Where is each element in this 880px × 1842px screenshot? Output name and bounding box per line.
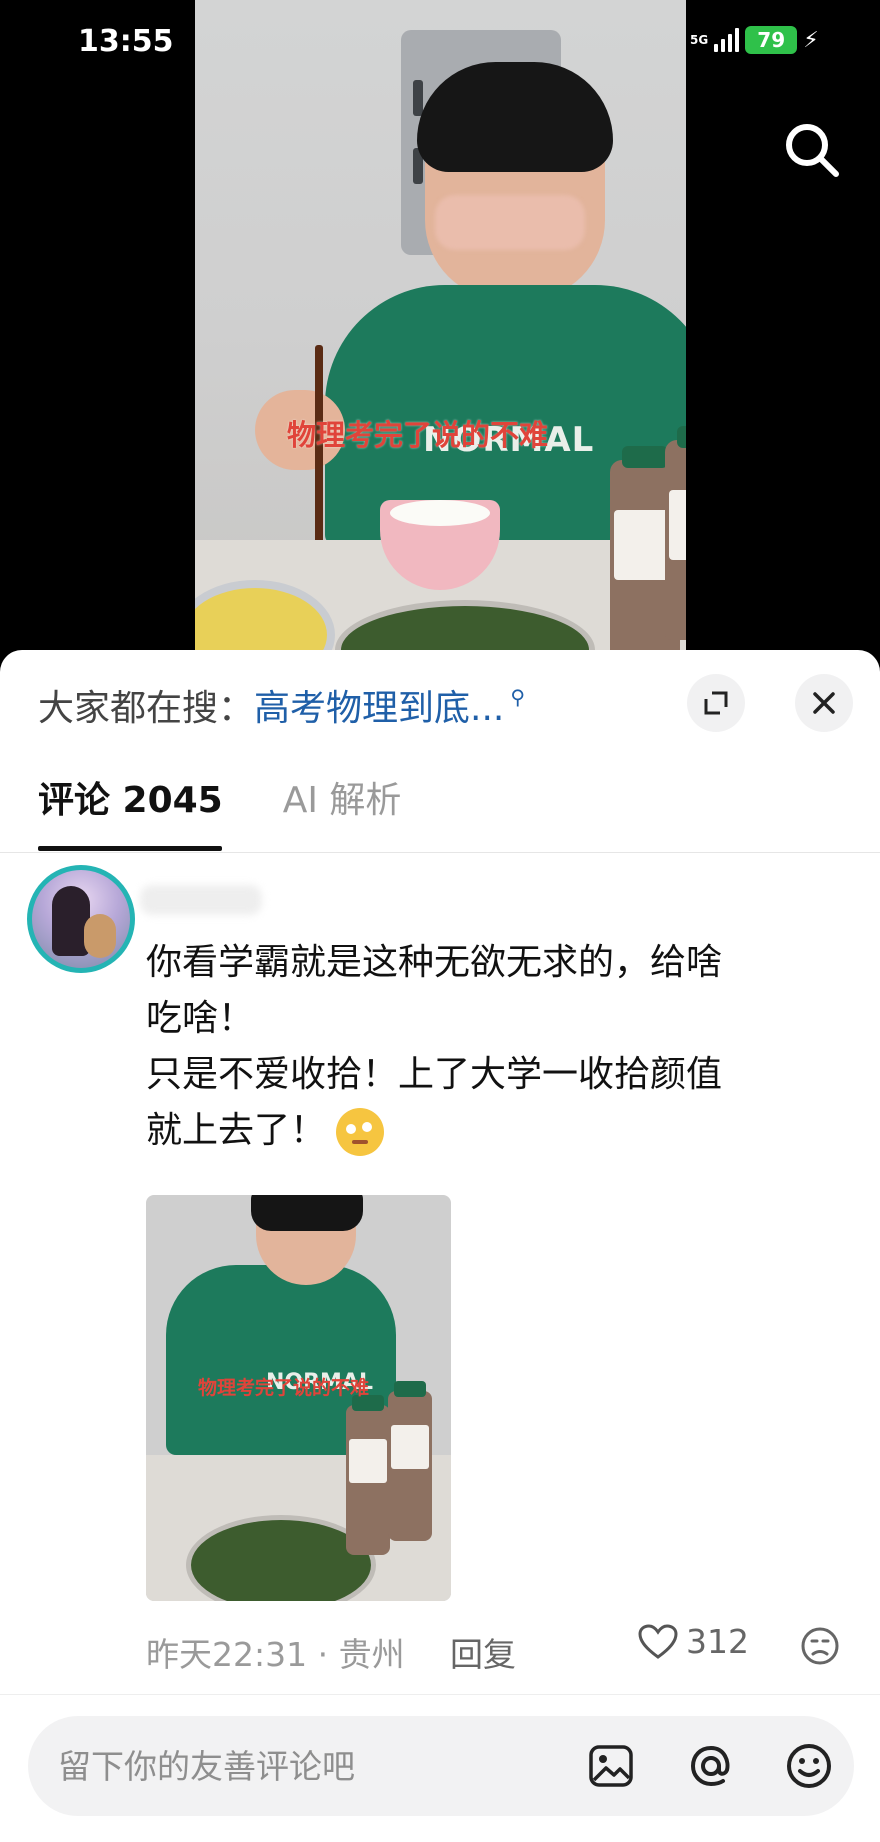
video-caption: 物理考完了说的不难 [287, 418, 549, 452]
active-tab-indicator [38, 846, 222, 851]
comment-image[interactable]: NORMAL 物理考完了说的不难 [146, 1195, 451, 1601]
tab-comments[interactable]: 评论 2045 [38, 776, 223, 826]
video-player[interactable]: NORMAL 物理考完了说的不难 13:55 5G 79 ⚡ [0, 0, 880, 660]
hot-search-bar[interactable]: 大家都在搜： 高考物理到底... ⚲ [38, 680, 638, 730]
heart-icon [638, 1623, 678, 1659]
avatar[interactable] [27, 865, 135, 973]
tabs-divider [0, 852, 880, 853]
comment-sheet: 大家都在搜： 高考物理到底... ⚲ 评论 2045 AI 解析 你看学霸就是这… [0, 650, 880, 1842]
blurred-face [435, 195, 585, 250]
comment-line: 你看学霸就是这种无欲无求的，给啥 吃啥！ [146, 942, 723, 1039]
emoji-button[interactable] [784, 1741, 834, 1791]
hot-search-label: 大家都在搜： [38, 688, 255, 729]
rice [390, 500, 490, 526]
dislike-button[interactable] [800, 1626, 840, 1674]
status-time: 13:55 [78, 24, 174, 59]
search-button[interactable] [780, 118, 844, 182]
like-button[interactable]: 312 [638, 1622, 749, 1661]
mention-button[interactable] [686, 1741, 736, 1791]
expand-button[interactable] [687, 674, 745, 732]
comment-time-location: 昨天22:31 · 贵州 [146, 1635, 405, 1674]
network-type: 5G [690, 33, 709, 47]
username-blurred[interactable] [140, 885, 262, 915]
comment-line: 只是不爱收拾！上了大学一收拾颜值 就上去了！ [146, 1054, 723, 1151]
video-frame[interactable]: NORMAL 物理考完了说的不难 [195, 0, 686, 660]
battery-level: 79 [757, 28, 786, 52]
image-picker-button[interactable] [586, 1741, 636, 1791]
smiley-icon [787, 1744, 831, 1788]
comment-meta: 昨天22:31 · 贵州 回复 312 [146, 1622, 846, 1674]
close-button[interactable] [795, 674, 853, 732]
battery-icon: 79 [745, 26, 798, 54]
input-divider [0, 1694, 880, 1695]
frown-face-icon [801, 1627, 839, 1665]
comment-tabs: 评论 2045 AI 解析 [38, 776, 401, 826]
comment-text: 你看学霸就是这种无欲无求的，给啥 吃啥！ 只是不爱收拾！上了大学一收拾颜值 就上… [146, 935, 846, 1159]
comment-input-bar [28, 1716, 854, 1816]
like-count: 312 [686, 1622, 749, 1661]
search-icon [786, 124, 839, 177]
charging-icon: ⚡ [803, 27, 819, 53]
comment-input[interactable] [58, 1736, 578, 1796]
thinking-face-emoji-icon [336, 1108, 385, 1156]
person-hair [417, 62, 613, 172]
small-search-icon: ⚲ [510, 685, 526, 709]
image-caption: 物理考完了说的不难 [198, 1377, 370, 1399]
signal-icon [714, 28, 740, 52]
close-icon [813, 692, 835, 714]
image-icon [589, 1745, 633, 1787]
hot-search-query[interactable]: 高考物理到底... [254, 679, 504, 731]
coffee-bottle [665, 426, 686, 640]
at-sign-icon [690, 1745, 730, 1787]
reply-button[interactable]: 回复 [450, 1628, 516, 1676]
expand-icon [704, 691, 728, 715]
tab-ai-analysis[interactable]: AI 解析 [283, 776, 402, 826]
status-indicators: 5G 79 ⚡ [690, 26, 819, 54]
